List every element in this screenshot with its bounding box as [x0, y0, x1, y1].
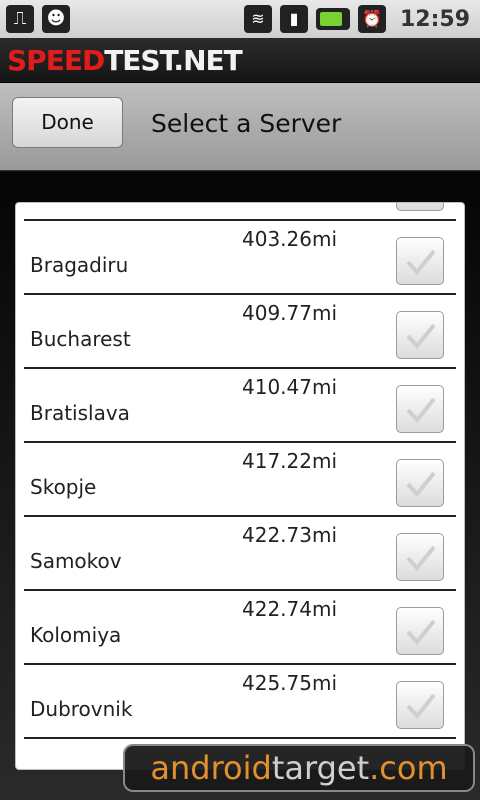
- server-distance: 417.22mi: [242, 449, 338, 473]
- checkmark-icon: [406, 323, 436, 350]
- server-checkbox[interactable]: [396, 607, 444, 655]
- speedtest-logo: SPEEDTEST.NET: [7, 44, 243, 77]
- server-checkbox[interactable]: [396, 237, 444, 285]
- server-city: Bucharest: [30, 327, 131, 351]
- server-distance: 409.77mi: [242, 301, 338, 325]
- checkmark-icon: [406, 693, 436, 720]
- server-distance: 422.74mi: [242, 597, 338, 621]
- server-city: Bragadiru: [30, 253, 129, 277]
- server-checkbox[interactable]: [396, 533, 444, 581]
- server-row[interactable]: Dubrovnik 425.75mi: [24, 665, 456, 739]
- server-distance: 403.26mi: [242, 227, 338, 251]
- server-row[interactable]: Samorin390.61mi: [24, 202, 456, 221]
- server-city: Skopje: [30, 475, 97, 499]
- server-checkbox[interactable]: [396, 681, 444, 729]
- server-checkbox[interactable]: [396, 385, 444, 433]
- checkmark-icon: [406, 619, 436, 646]
- server-row[interactable]: Kolomiya 422.74mi: [24, 591, 456, 665]
- server-city: Kolomiya: [30, 623, 122, 647]
- done-button[interactable]: Done: [12, 97, 123, 148]
- server-city: Bratislava: [30, 401, 130, 425]
- server-city: Dubrovnik: [30, 697, 133, 721]
- server-distance: 410.47mi: [242, 375, 338, 399]
- battery-charging-icon: [315, 8, 350, 30]
- page-title: Select a Server: [151, 109, 342, 138]
- server-distance: 425.75mi: [242, 671, 338, 695]
- wifi-icon: ≋: [243, 5, 272, 33]
- server-row[interactable]: Bucharest 409.77mi: [24, 295, 456, 369]
- android-debug-icon: ☻: [42, 5, 70, 33]
- server-list[interactable]: Samorin390.61mi Bragadiru 403.26mi Buchares…: [15, 202, 465, 770]
- checkmark-icon: [403, 202, 439, 206]
- clock: 12:59: [399, 6, 470, 32]
- androidtarget-watermark: androidtarget.com: [123, 744, 475, 792]
- checkmark-icon: [406, 397, 436, 424]
- checkmark-icon: [406, 249, 436, 276]
- server-checkbox[interactable]: [396, 459, 444, 507]
- server-row[interactable]: Skopje 417.22mi: [24, 443, 456, 517]
- server-city: Samokov: [30, 549, 122, 573]
- server-row[interactable]: Samokov 422.73mi: [24, 517, 456, 591]
- server-checkbox[interactable]: [396, 202, 444, 211]
- checkmark-icon: [406, 545, 436, 572]
- server-checkbox[interactable]: [396, 311, 444, 359]
- server-row[interactable]: Bragadiru 403.26mi: [24, 221, 456, 295]
- server-city: Samorin: [30, 202, 113, 203]
- usb-icon: ⎍: [6, 5, 34, 33]
- server-distance: 422.73mi: [242, 523, 338, 547]
- header: Done Select a Server: [0, 83, 480, 171]
- checkmark-icon: [406, 471, 436, 498]
- server-row[interactable]: Bratislava 410.47mi: [24, 369, 456, 443]
- brand-bar: SPEEDTEST.NET: [0, 38, 480, 83]
- signal-icon: ▮: [279, 5, 308, 33]
- alarm-icon: ⏰: [357, 5, 386, 33]
- status-bar: ⎍ ☻ ≋ ▮ ⏰ 12:59: [0, 0, 480, 38]
